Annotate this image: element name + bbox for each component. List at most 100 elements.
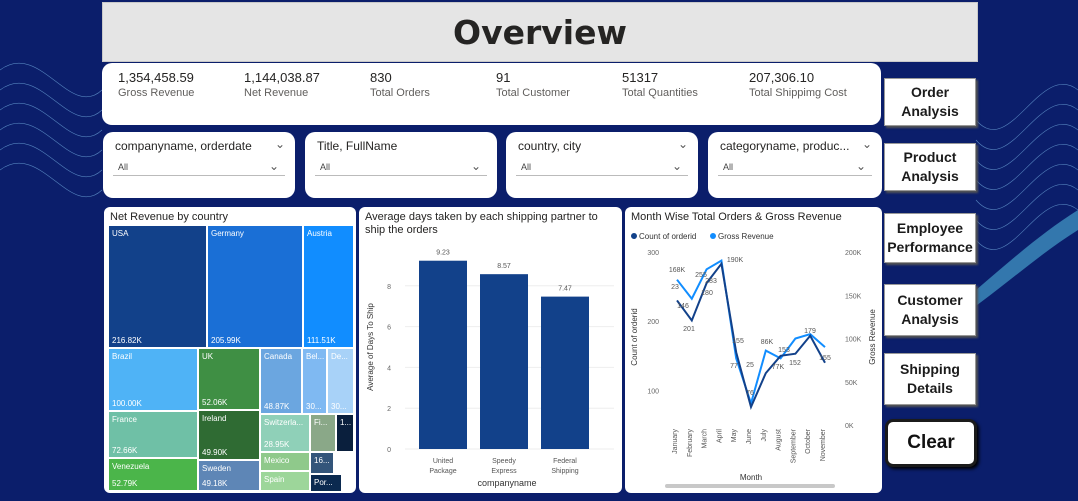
bar — [419, 260, 467, 449]
treemap-tile-label: Por... — [314, 478, 333, 487]
slicer-dropdown[interactable]: All ⌄ — [718, 159, 872, 176]
x-tick-label: Shipping — [551, 468, 578, 475]
data-label: 25 — [746, 362, 754, 369]
chevron-down-icon[interactable]: ⌄ — [856, 159, 866, 173]
treemap-tile-value: 216.82K — [112, 336, 142, 345]
bar — [541, 296, 589, 449]
treemap-tile-label: France — [112, 415, 137, 424]
kpi-label: Net Revenue — [244, 87, 309, 99]
treemap-tile-value: 30... — [331, 402, 347, 411]
treemap-tile-value: 100.00K — [112, 399, 142, 408]
x-tick-label: April — [716, 429, 723, 443]
x-tick-label: June — [746, 429, 753, 444]
treemap-title: Net Revenue by country — [110, 211, 229, 223]
treemap-tile[interactable]: Germany 205.99K — [207, 225, 303, 348]
treemap-tile-label: Canada — [264, 352, 293, 361]
clear-button[interactable]: Clear — [885, 419, 977, 467]
kpi-card-strip: 1,354,458.59 Gross Revenue 1,144,038.87 … — [102, 63, 881, 125]
y-right-tick-label: 150K — [845, 293, 862, 300]
kpi-total-orders: 830 Total Orders — [370, 70, 430, 99]
shipping-details-button[interactable]: Shipping Details — [884, 353, 976, 405]
treemap-tile[interactable]: Spain — [260, 471, 310, 491]
treemap-net-revenue-by-country[interactable]: Net Revenue by country USA 216.82K Germany… — [104, 207, 356, 493]
x-axis-label: Month — [740, 473, 762, 482]
kpi-label: Gross Revenue — [118, 87, 195, 99]
data-label: 76 — [746, 390, 754, 397]
treemap-tile[interactable]: Venezuela 52.79K — [108, 458, 198, 491]
product-analysis-button[interactable]: Product Analysis — [884, 143, 976, 191]
treemap-tile-label: Spain — [264, 475, 285, 484]
slicer-header: categoryname, produc... — [720, 139, 850, 153]
bar-value-label: 7.47 — [558, 286, 572, 293]
treemap-tile[interactable]: France 72.66K — [108, 411, 198, 458]
treemap-tile[interactable]: 16... — [310, 452, 334, 474]
chevron-down-icon[interactable]: ⌄ — [672, 159, 682, 173]
treemap-tile-label: 16... — [314, 456, 330, 465]
chevron-down-icon[interactable]: ⌄ — [269, 159, 279, 173]
chevron-down-icon[interactable]: ⌄ — [471, 159, 481, 173]
treemap-tile-label: Fi... — [314, 418, 328, 427]
chevron-down-icon[interactable]: ⌄ — [862, 137, 872, 151]
slicer-header: Title, FullName — [317, 139, 398, 153]
data-label: 77 — [730, 363, 738, 370]
x-tick-label: February — [687, 429, 694, 458]
data-label: 86K — [761, 339, 774, 346]
bar-value-label: 9.23 — [436, 250, 450, 257]
slicer-categoryname-product[interactable]: categoryname, produc... ⌄ All ⌄ — [708, 132, 882, 198]
treemap-tile[interactable]: Fi... — [310, 414, 336, 452]
employee-performance-button[interactable]: Employee Performance — [884, 213, 976, 263]
bar-chart-shipping-days[interactable]: Average days taken by each shipping part… — [359, 207, 622, 493]
x-tick-label: Express — [491, 468, 517, 475]
treemap-tile[interactable]: Austria 111.51K — [303, 225, 354, 348]
y-right-tick-label: 0K — [845, 423, 854, 430]
treemap-tile[interactable]: Sweden 49.18K — [198, 460, 260, 491]
slicer-dropdown[interactable]: All ⌄ — [516, 159, 688, 176]
treemap-tile[interactable]: 1... — [336, 414, 354, 452]
chevron-down-icon[interactable]: ⌄ — [678, 137, 688, 151]
chevron-down-icon[interactable]: ⌄ — [275, 137, 285, 151]
bar — [480, 274, 528, 449]
slicer-companyname-orderdate[interactable]: companyname, orderdate ⌄ All ⌄ — [103, 132, 295, 198]
treemap-tile[interactable]: Ireland 49.90K — [198, 410, 260, 460]
treemap-tile[interactable]: Canada 48.87K — [260, 348, 302, 414]
data-label: 283 — [705, 278, 717, 285]
treemap-tile[interactable]: USA 216.82K — [108, 225, 207, 348]
treemap-tile-value: 48.87K — [264, 402, 290, 411]
kpi-label: Total Customer — [496, 87, 570, 99]
x-tick-label: January — [672, 429, 679, 454]
data-label: 179 — [804, 328, 816, 335]
treemap-tile[interactable]: Por... — [310, 474, 342, 492]
y-right-tick-label: 100K — [845, 337, 862, 344]
treemap-tile[interactable]: Mexico — [260, 452, 310, 471]
slicer-title-fullname[interactable]: Title, FullName All ⌄ — [305, 132, 497, 198]
data-label: 153 — [778, 347, 790, 354]
treemap-tile[interactable]: Brazil 100.00K — [108, 348, 198, 411]
y-tick-label: 0 — [387, 447, 391, 454]
line-chart-svg: Count of orderid Gross Revenue 300 200 100 20… — [630, 232, 877, 488]
treemap-tile[interactable]: UK 52.06K — [198, 348, 260, 410]
slicer-header: country, city — [518, 139, 582, 153]
kpi-gross-revenue: 1,354,458.59 Gross Revenue — [118, 70, 194, 99]
slicer-dropdown[interactable]: All ⌄ — [113, 159, 285, 176]
y-left-tick-label: 300 — [647, 250, 659, 257]
line-chart-month-orders-revenue[interactable]: Month Wise Total Orders & Gross Revenue … — [625, 207, 882, 493]
y-right-axis-label: Gross Revenue — [868, 309, 877, 365]
customer-analysis-button[interactable]: Customer Analysis — [884, 284, 976, 336]
treemap-tile-label: 1... — [340, 418, 352, 427]
kpi-label: Total Orders — [370, 87, 430, 99]
slicer-value: All — [521, 162, 532, 172]
treemap-tile[interactable]: De... 30... — [327, 348, 354, 414]
order-analysis-button[interactable]: Order Analysis — [884, 78, 976, 126]
x-tick-label: October — [805, 428, 812, 454]
y-tick-label: 2 — [387, 406, 391, 413]
x-axis-label: companyname — [477, 478, 536, 488]
slicer-dropdown[interactable]: All ⌄ — [315, 159, 487, 176]
data-label: 152 — [789, 360, 801, 367]
data-label: 190K — [727, 257, 744, 264]
treemap-tile[interactable]: Switzerla... 28.95K — [260, 414, 310, 452]
y-left-tick-label: 200 — [647, 319, 659, 326]
slicer-country-city[interactable]: country, city ⌄ All ⌄ — [506, 132, 698, 198]
x-tick-label: March — [702, 429, 709, 449]
treemap-tile[interactable]: Bel... 30... — [302, 348, 327, 414]
legend-label: Gross Revenue — [718, 232, 774, 241]
